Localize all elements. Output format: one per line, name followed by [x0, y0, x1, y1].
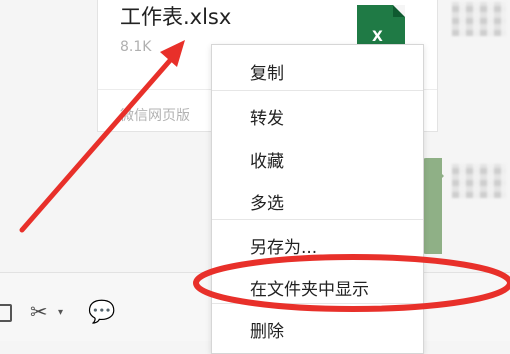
annotation-arrow	[19, 40, 185, 233]
